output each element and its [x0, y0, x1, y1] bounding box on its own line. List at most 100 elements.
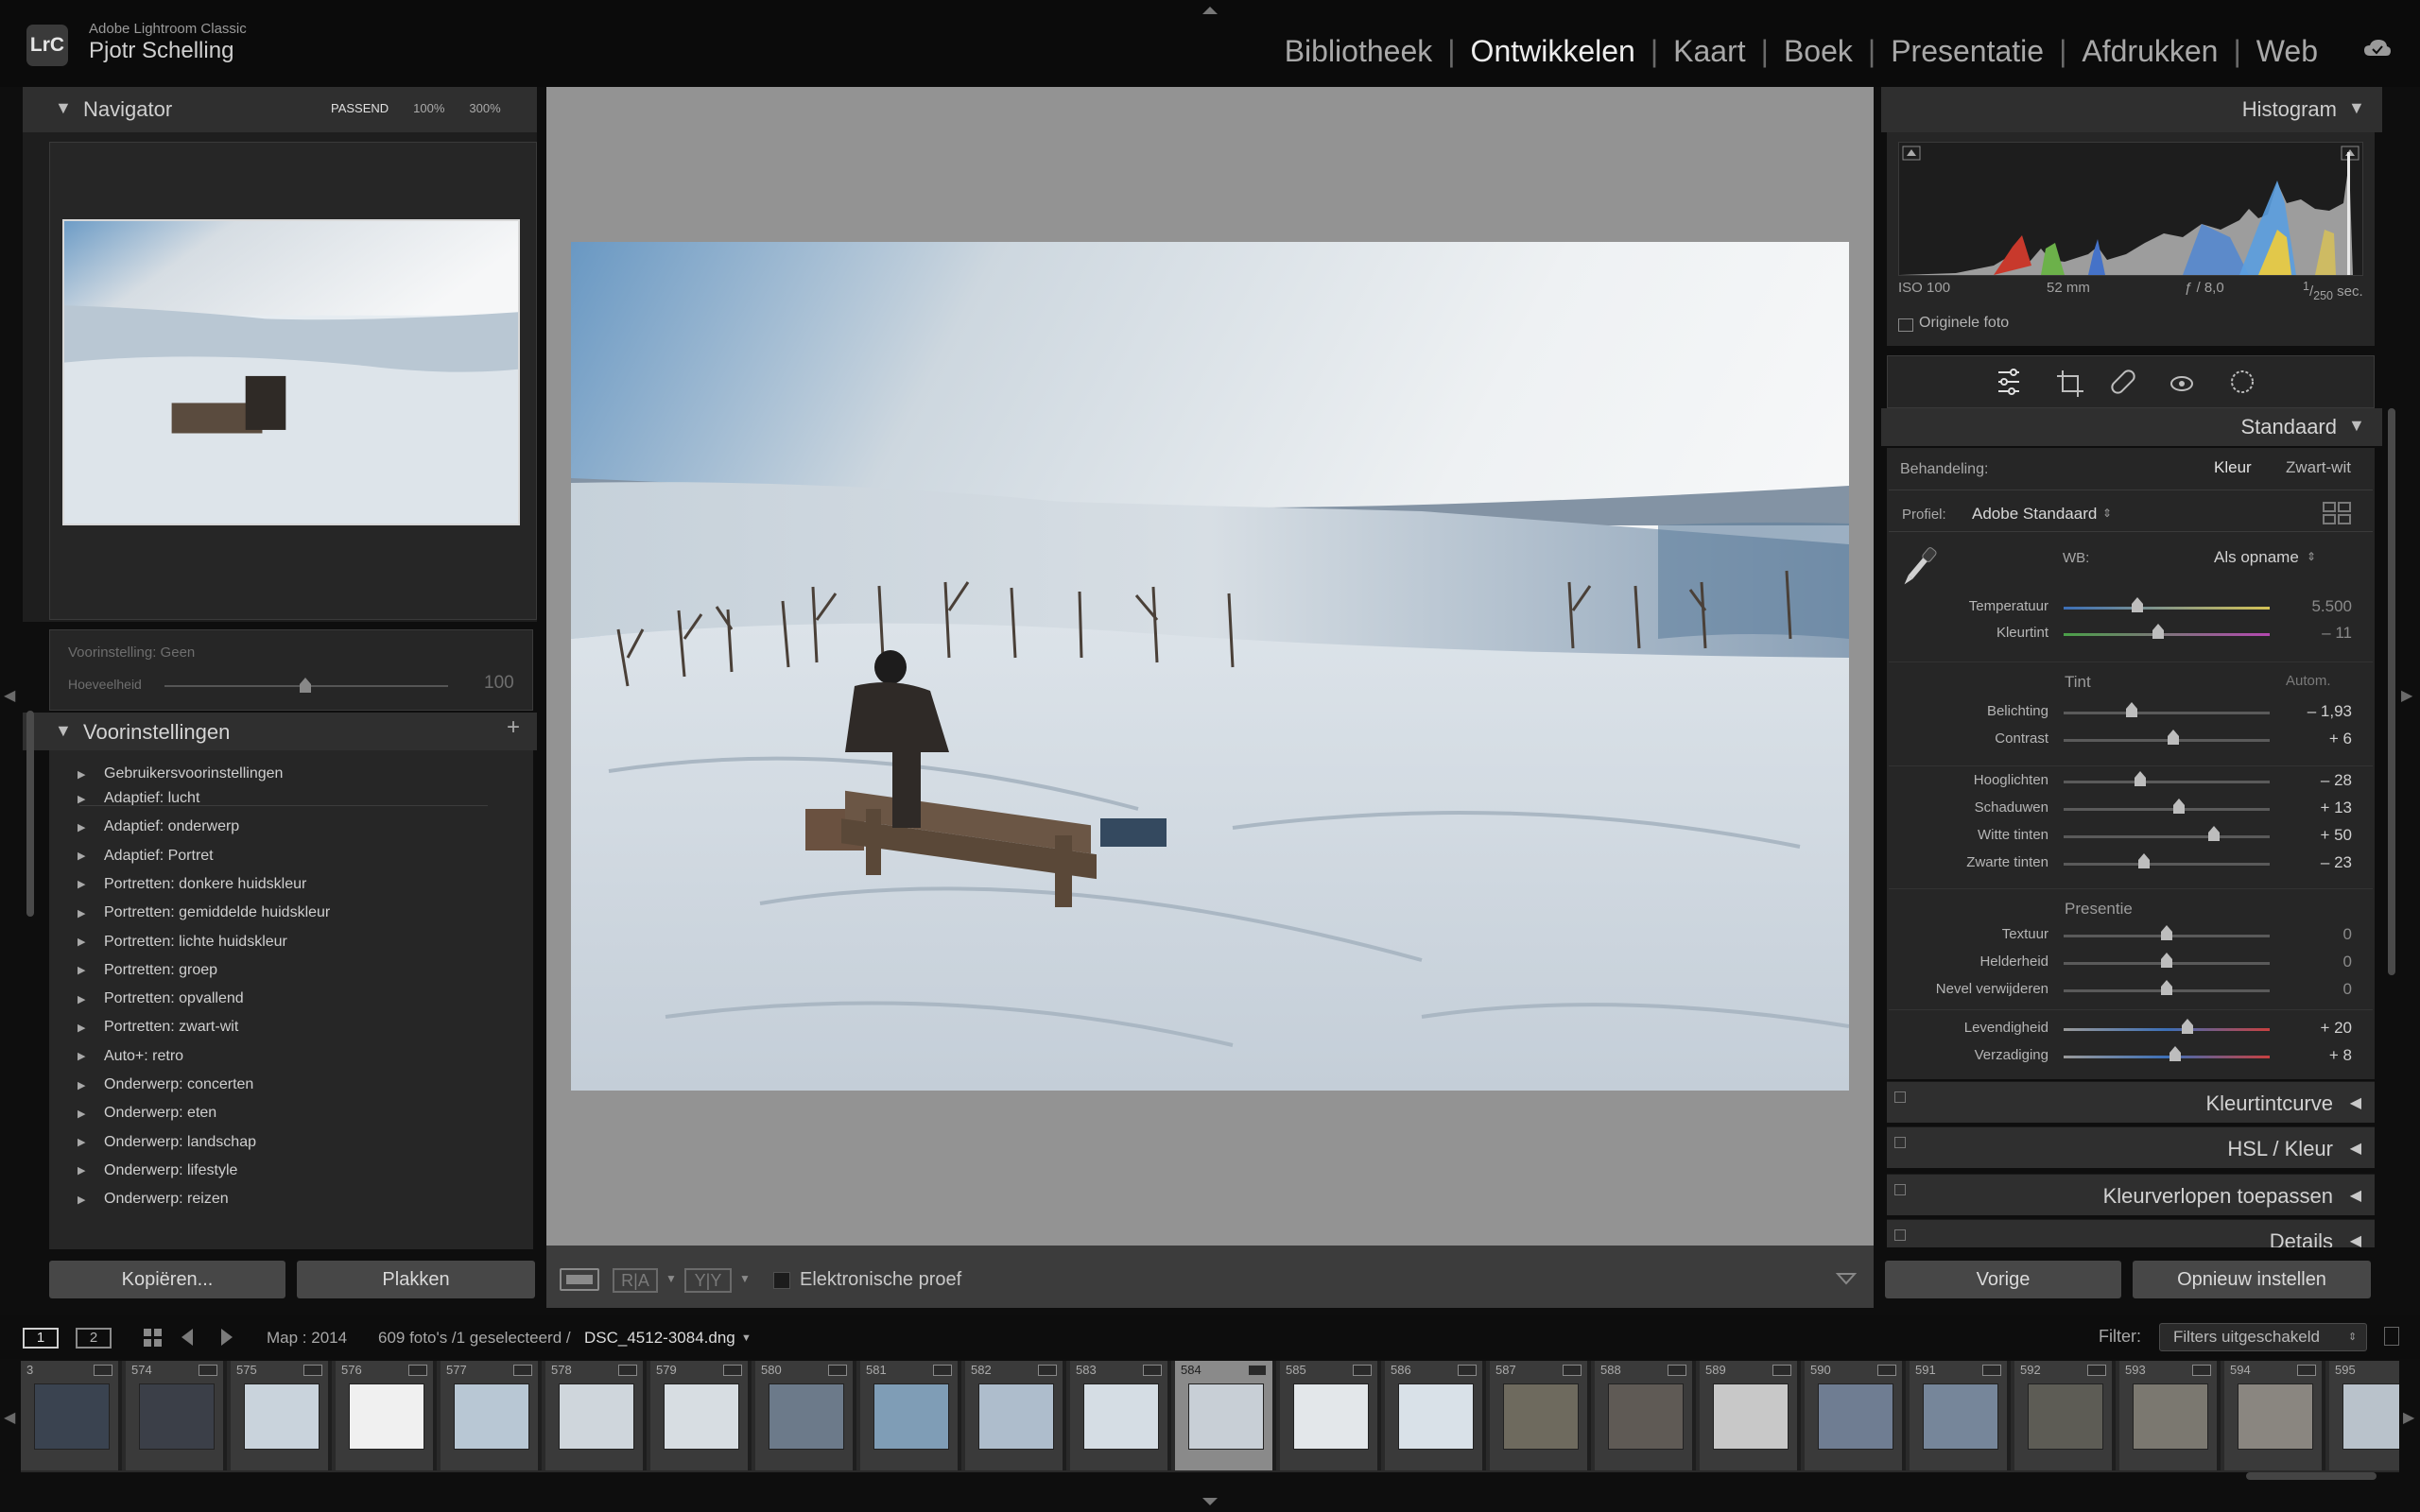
- previous-settings-button[interactable]: Vorige: [1885, 1261, 2121, 1298]
- navigator-preview[interactable]: [62, 219, 520, 525]
- metadata-badge-icon[interactable]: [94, 1365, 112, 1376]
- slider-value[interactable]: – 28: [2276, 771, 2352, 790]
- preset-group-item[interactable]: ▶ Adaptief: Portret: [49, 842, 214, 870]
- filmstrip-thumbnail[interactable]: 594: [2224, 1361, 2325, 1470]
- filmstrip-thumbnail[interactable]: 580: [755, 1361, 856, 1470]
- wb-select[interactable]: Als opname: [2214, 548, 2299, 567]
- metadata-badge-icon[interactable]: [1877, 1365, 1896, 1376]
- slider-thumb[interactable]: [2152, 623, 2165, 640]
- reset-button[interactable]: Opnieuw instellen: [2133, 1261, 2371, 1298]
- panel-tone-curve[interactable]: Kleurtintcurve ◀: [1887, 1081, 2375, 1123]
- filmstrip-thumbnail[interactable]: 3: [21, 1361, 122, 1470]
- metadata-badge-icon[interactable]: [1143, 1365, 1162, 1376]
- display-1-button[interactable]: 1: [23, 1328, 59, 1349]
- slider-thumb[interactable]: [2134, 770, 2147, 787]
- preset-group-item[interactable]: ▶ Adaptief: onderwerp: [49, 813, 239, 841]
- zoom-fit[interactable]: PASSEND: [331, 101, 389, 115]
- slider-value[interactable]: 0: [2276, 953, 2352, 971]
- metadata-badge-icon[interactable]: [2297, 1365, 2316, 1376]
- filmstrip-thumbnail[interactable]: 579: [650, 1361, 752, 1470]
- metadata-badge-icon[interactable]: [1038, 1365, 1057, 1376]
- original-photo-checkbox[interactable]: [1898, 318, 1913, 332]
- slider-thumb[interactable]: [2137, 852, 2151, 869]
- slider-thumb[interactable]: [2172, 798, 2186, 815]
- metadata-badge-icon[interactable]: [723, 1365, 742, 1376]
- metadata-badge-icon[interactable]: [1772, 1365, 1791, 1376]
- forward-arrow-icon[interactable]: [214, 1327, 234, 1352]
- preset-group-item[interactable]: ▶ Portretten: zwart-wit: [49, 1013, 238, 1041]
- filmstrip-thumbnail[interactable]: 575: [231, 1361, 332, 1470]
- presets-collapse-icon[interactable]: ▼: [55, 721, 72, 741]
- metadata-badge-icon[interactable]: [408, 1365, 427, 1376]
- soft-proof-checkbox[interactable]: [773, 1272, 790, 1289]
- collapse-left-panel-icon[interactable]: ◀: [4, 686, 15, 705]
- preset-group-item[interactable]: ▶ Portretten: lichte huidskleur: [49, 928, 287, 956]
- metadata-badge-icon[interactable]: [1982, 1365, 2001, 1376]
- module-afdrukken[interactable]: Afdrukken: [2066, 34, 2233, 69]
- slider-value[interactable]: + 8: [2276, 1046, 2352, 1065]
- filmstrip-thumbnail[interactable]: 595: [2329, 1361, 2399, 1470]
- before-after-swap-button[interactable]: Y|Y: [684, 1268, 732, 1293]
- main-photo[interactable]: [571, 242, 1849, 1091]
- filmstrip-thumbnail[interactable]: 576: [336, 1361, 437, 1470]
- filmstrip-thumbnail[interactable]: 591: [1910, 1361, 2011, 1470]
- slider-value[interactable]: 5.500: [2276, 597, 2352, 616]
- slider-thumb[interactable]: [2160, 952, 2173, 969]
- metadata-badge-icon[interactable]: [2087, 1365, 2106, 1376]
- preset-group-item[interactable]: ▶ Onderwerp: eten: [49, 1099, 216, 1127]
- treatment-bw-option[interactable]: Zwart-wit: [2286, 458, 2351, 477]
- toolbar-options-icon[interactable]: [1835, 1272, 1858, 1290]
- basic-collapse-icon[interactable]: ▼: [2348, 416, 2365, 436]
- preset-group-item[interactable]: ▶ Auto+: retro: [49, 1042, 183, 1071]
- preset-group-item[interactable]: ▶ Onderwerp: lifestyle: [49, 1157, 237, 1185]
- filmstrip-scrollbar[interactable]: [2246, 1472, 2377, 1480]
- preset-group-item[interactable]: ▶ Portretten: gemiddelde huidskleur: [49, 899, 330, 927]
- collapse-right-panel-icon[interactable]: ▶: [2401, 686, 2412, 705]
- add-preset-icon[interactable]: +: [507, 714, 520, 741]
- module-kaart[interactable]: Kaart: [1658, 34, 1760, 69]
- filter-dropdown-icon[interactable]: ⇕: [2348, 1331, 2357, 1343]
- zoom-300[interactable]: 300%: [469, 101, 500, 115]
- metadata-badge-icon[interactable]: [1353, 1365, 1372, 1376]
- profile-select[interactable]: Adobe Standaard: [1972, 505, 2097, 524]
- filmstrip-thumbnail[interactable]: 588: [1595, 1361, 1696, 1470]
- zoom-100[interactable]: 100%: [413, 101, 444, 115]
- copy-settings-button[interactable]: Kopiëren...: [49, 1261, 285, 1298]
- preset-group-item[interactable]: ▶ Onderwerp: landschap: [49, 1128, 256, 1157]
- filmstrip-thumbnail[interactable]: 584: [1175, 1361, 1276, 1470]
- right-panel-scrollbar[interactable]: [2388, 408, 2395, 975]
- filmstrip-thumbnail[interactable]: 581: [860, 1361, 961, 1470]
- slider-value[interactable]: – 11: [2276, 624, 2352, 643]
- histogram-graph[interactable]: [1898, 142, 2363, 276]
- preset-group-item[interactable]: ▶ Portretten: groep: [49, 956, 217, 985]
- masking-icon[interactable]: [2231, 370, 2254, 393]
- panel-hsl[interactable]: HSL / Kleur ◀: [1887, 1126, 2375, 1168]
- crop-icon[interactable]: [2057, 370, 2083, 397]
- slider-thumb[interactable]: [2169, 1045, 2182, 1062]
- collapse-top-panel-icon[interactable]: [1201, 4, 1219, 21]
- before-after-button[interactable]: R|A: [613, 1268, 658, 1293]
- module-bibliotheek[interactable]: Bibliotheek: [1270, 34, 1448, 69]
- slider-track[interactable]: [2064, 607, 2270, 610]
- panel-toggle-switch[interactable]: [1894, 1091, 1906, 1103]
- wb-eyedropper-icon[interactable]: [1898, 542, 1940, 596]
- back-arrow-icon[interactable]: [180, 1327, 200, 1352]
- slider-track[interactable]: [2064, 835, 2270, 838]
- loupe-view-button[interactable]: [560, 1268, 599, 1291]
- module-web[interactable]: Web: [2241, 34, 2333, 69]
- filmstrip-thumbnail[interactable]: 583: [1070, 1361, 1171, 1470]
- slider-track[interactable]: [2064, 781, 2270, 783]
- preset-group-item[interactable]: ▶ Onderwerp: concerten: [49, 1071, 253, 1099]
- filter-lock-icon[interactable]: [2384, 1327, 2399, 1346]
- slider-thumb[interactable]: [2167, 729, 2180, 746]
- before-after-dropdown-icon[interactable]: ▼: [666, 1272, 677, 1285]
- slider-value[interactable]: + 20: [2276, 1019, 2352, 1038]
- filmstrip-thumbnail[interactable]: 593: [2119, 1361, 2221, 1470]
- metadata-badge-icon[interactable]: [2192, 1365, 2211, 1376]
- filmstrip-source[interactable]: Map : 2014: [267, 1329, 347, 1348]
- wb-dropdown-icon[interactable]: ⇕: [2307, 550, 2316, 563]
- auto-tone-button[interactable]: Autom.: [2286, 673, 2331, 689]
- slider-thumb[interactable]: [2160, 979, 2173, 996]
- treatment-color-option[interactable]: Kleur: [2214, 458, 2252, 477]
- preset-amount-slider[interactable]: [299, 677, 312, 694]
